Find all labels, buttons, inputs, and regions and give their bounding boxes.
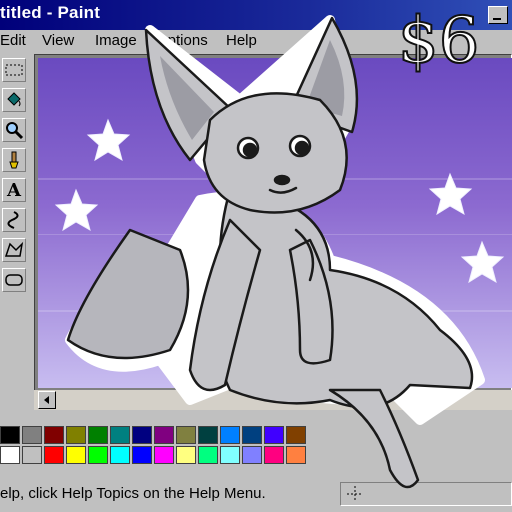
toolbox: A (0, 54, 30, 390)
status-coordinates-cell (340, 482, 512, 506)
status-message: elp, click Help Topics on the Help Menu. (0, 485, 266, 502)
horizontal-scrollbar[interactable] (34, 390, 512, 410)
palette-swatch[interactable] (176, 446, 196, 464)
window-title: titled - Paint (0, 3, 101, 22)
magnifier-tool-button[interactable] (2, 118, 26, 142)
minimize-button[interactable] (488, 6, 508, 24)
rounded-rect-tool-button[interactable] (2, 268, 26, 292)
palette-swatch[interactable] (154, 426, 174, 444)
arrow-left-icon (44, 396, 49, 404)
palette-swatch[interactable] (66, 446, 86, 464)
palette-swatch[interactable] (88, 446, 108, 464)
menu-help[interactable]: Help (226, 32, 257, 49)
scroll-left-button[interactable] (38, 391, 56, 409)
brush-tool-button[interactable] (2, 148, 26, 172)
palette-swatch[interactable] (242, 426, 262, 444)
palette-swatch[interactable] (44, 426, 64, 444)
magnifier-icon (6, 122, 24, 140)
palette-swatch[interactable] (110, 446, 130, 464)
brush-icon (9, 151, 19, 169)
stars (54, 118, 505, 284)
text-tool-icon: A (7, 179, 21, 201)
palette-swatch[interactable] (22, 446, 42, 464)
palette-swatch[interactable] (0, 426, 20, 444)
text-tool-button[interactable]: A (2, 178, 26, 202)
palette-swatch[interactable] (22, 426, 42, 444)
palette-swatch[interactable] (176, 426, 196, 444)
fill-bucket-icon (7, 92, 21, 107)
menu-options[interactable]: Options (156, 32, 208, 49)
palette-swatch[interactable] (110, 426, 130, 444)
rounded-rect-tool-icon (5, 274, 23, 286)
polygon-tool-button[interactable] (2, 238, 26, 262)
color-palette (0, 420, 512, 468)
status-bar: elp, click Help Topics on the Help Menu. (0, 478, 512, 512)
curve-tool-icon (7, 211, 19, 229)
select-tool-button[interactable] (2, 58, 26, 82)
palette-swatch[interactable] (220, 446, 240, 464)
palette-swatch[interactable] (44, 446, 64, 464)
palette-swatch[interactable] (88, 426, 108, 444)
palette-swatch[interactable] (264, 426, 284, 444)
cursor-position-icon (347, 486, 363, 502)
palette-swatch[interactable] (132, 426, 152, 444)
palette-swatch[interactable] (264, 446, 284, 464)
minimize-icon (493, 18, 501, 20)
select-rect-icon (5, 64, 23, 76)
star-shape (54, 188, 99, 232)
palette-swatch[interactable] (220, 426, 240, 444)
palette-swatch[interactable] (198, 426, 218, 444)
palette-swatch[interactable] (0, 446, 20, 464)
polygon-tool-icon (4, 241, 24, 257)
price-text: $6 (397, 3, 480, 79)
drawing-canvas[interactable] (38, 58, 512, 388)
palette-swatch[interactable] (242, 446, 262, 464)
star-shape (460, 240, 505, 284)
menu-view[interactable]: View (42, 32, 74, 49)
palette-swatch[interactable] (286, 426, 306, 444)
curve-tool-button[interactable] (2, 208, 26, 232)
palette-swatch[interactable] (132, 446, 152, 464)
palette-swatch[interactable] (286, 446, 306, 464)
palette-swatch[interactable] (198, 446, 218, 464)
fill-tool-button[interactable] (2, 88, 26, 112)
artwork (38, 118, 512, 312)
palette-swatch[interactable] (66, 426, 86, 444)
menu-image[interactable]: Image (95, 32, 137, 49)
palette-swatch[interactable] (154, 446, 174, 464)
star-shape (86, 118, 131, 162)
menu-edit[interactable]: Edit (0, 32, 26, 49)
